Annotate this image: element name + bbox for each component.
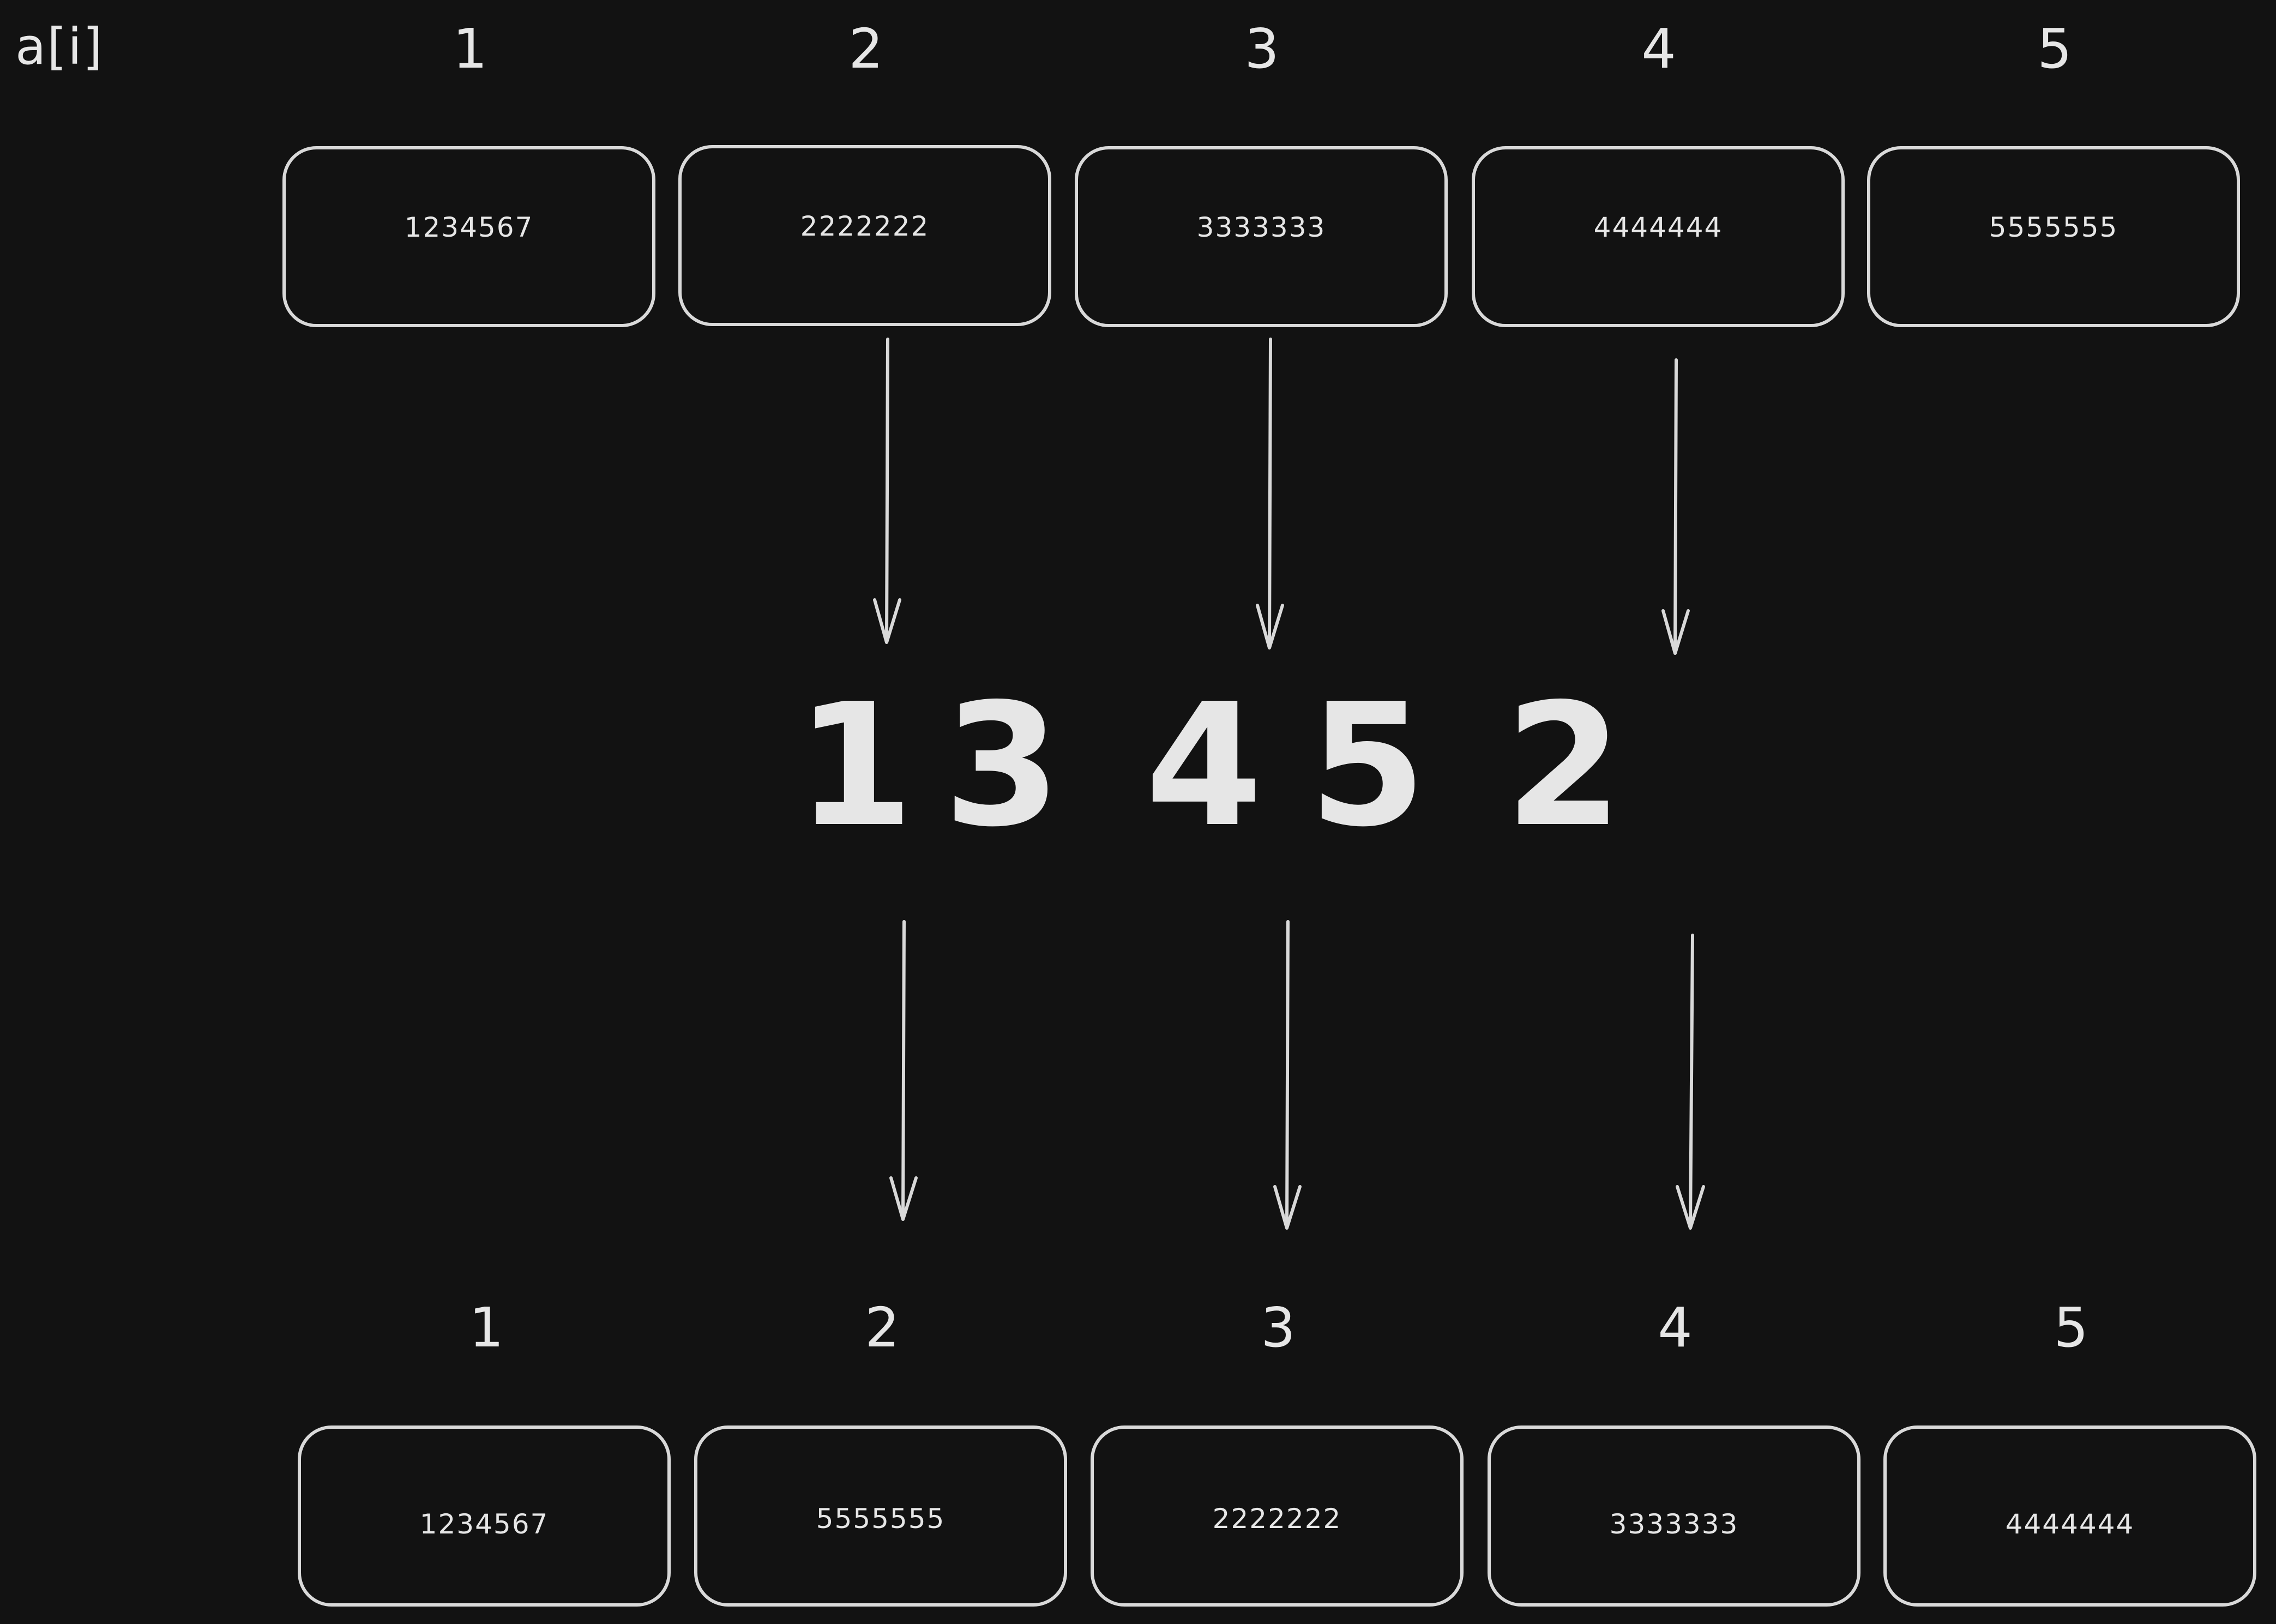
bottom-cell-value-5: 4444444 (2005, 1508, 2135, 1540)
permutation-digit-2: 3 (943, 667, 1061, 864)
arrow-bottom-3 (1676, 934, 1705, 1230)
permutation-digit-4: 5 (1309, 667, 1426, 864)
bottom-cell-3: 2222222 (1091, 1425, 1464, 1607)
bottom-index-4: 4 (1658, 1296, 1693, 1360)
arrow-bottom-2 (1273, 920, 1302, 1230)
permutation-digit-5: 2 (1505, 667, 1623, 864)
bottom-cell-1: 1234567 (298, 1425, 671, 1607)
bottom-index-5: 5 (2054, 1296, 2088, 1360)
arrow-bottom-1 (889, 920, 918, 1221)
bottom-cell-value-3: 2222222 (1212, 1503, 1342, 1535)
bottom-index-2: 2 (865, 1296, 900, 1360)
arrow-top-3 (1661, 358, 1690, 655)
bottom-cell-5: 4444444 (1883, 1425, 2256, 1607)
bottom-cell-value-2: 5555555 (816, 1503, 946, 1535)
arrow-top-1 (873, 338, 901, 644)
bottom-cell-value-1: 1234567 (419, 1508, 549, 1540)
bottom-index-3: 3 (1261, 1296, 1296, 1360)
bottom-index-1: 1 (469, 1296, 504, 1360)
arrows-layer (873, 338, 1705, 1230)
permutation-digit-1: 1 (796, 667, 914, 864)
bottom-cell-4: 3333333 (1488, 1425, 1860, 1607)
bottom-cell-2: 5555555 (694, 1425, 1067, 1607)
bottom-cell-value-4: 3333333 (1609, 1508, 1739, 1540)
arrow-top-2 (1256, 338, 1284, 649)
permutation-digit-3: 4 (1145, 667, 1263, 864)
